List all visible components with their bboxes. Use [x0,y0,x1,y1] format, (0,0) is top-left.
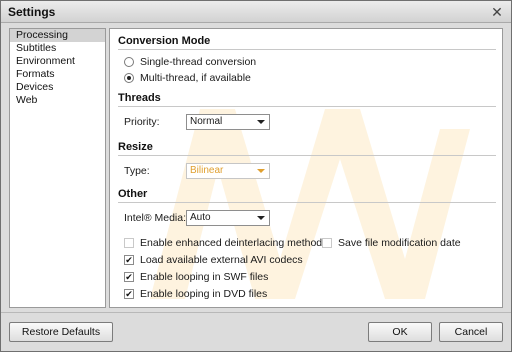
window-title: Settings [8,5,56,19]
save-date-option[interactable]: Save file modification date [322,237,461,249]
divider [118,49,496,50]
resize-type-label: Type: [124,165,150,177]
resize-type-value: Bilinear [190,165,224,176]
ok-button[interactable]: OK [368,322,432,342]
footer-divider [1,312,511,313]
title-bar: Settings ✕ [1,1,511,23]
avi-codecs-label: Load available external AVI codecs [140,254,303,266]
deinterlace-checkbox[interactable] [124,238,134,248]
multi-thread-option[interactable]: Multi-thread, if available [124,72,251,84]
divider [118,202,496,203]
deinterlace-option[interactable]: Enable enhanced deinterlacing method [124,237,322,249]
multi-thread-label: Multi-thread, if available [140,72,251,84]
chevron-down-icon [257,216,265,220]
avi-codecs-checkbox[interactable]: ✔ [124,255,134,265]
intel-media-value: Auto [190,212,211,223]
sidebar-item-environment[interactable]: Environment [10,55,105,68]
threads-title: Threads [118,92,161,104]
sidebar-item-devices[interactable]: Devices [10,81,105,94]
sidebar-item-subtitles[interactable]: Subtitles [10,42,105,55]
multi-thread-radio[interactable] [124,73,134,83]
resize-title: Resize [118,141,153,153]
sidebar-item-formats[interactable]: Formats [10,68,105,81]
deinterlace-label: Enable enhanced deinterlacing method [140,237,323,249]
intel-media-select[interactable]: Auto [186,210,270,226]
chevron-down-icon [257,120,265,124]
swf-looping-checkbox[interactable]: ✔ [124,272,134,282]
settings-panel: Conversion Mode Single-thread conversion… [109,28,503,308]
intel-media-label: Intel® Media: [124,212,187,224]
divider [118,155,496,156]
resize-type-select[interactable]: Bilinear [186,163,270,179]
priority-value: Normal [190,116,223,127]
avi-codecs-option[interactable]: ✔ Load available external AVI codecs [124,254,303,266]
close-icon[interactable]: ✕ [489,4,505,20]
save-date-checkbox[interactable] [322,238,332,248]
chevron-down-icon [257,169,265,173]
settings-window: Settings ✕ Processing Subtitles Environm… [0,0,512,352]
dialog-body: Processing Subtitles Environment Formats… [1,24,511,351]
category-list: Processing Subtitles Environment Formats… [9,28,106,308]
dvd-looping-label: Enable looping in DVD files [140,288,268,300]
save-date-label: Save file modification date [338,237,461,249]
priority-select[interactable]: Normal [186,114,270,130]
priority-label: Priority: [124,116,160,128]
swf-looping-label: Enable looping in SWF files [140,271,269,283]
divider [118,106,496,107]
swf-looping-option[interactable]: ✔ Enable looping in SWF files [124,271,268,283]
other-title: Other [118,188,148,200]
cancel-button[interactable]: Cancel [439,322,503,342]
dvd-looping-checkbox[interactable]: ✔ [124,289,134,299]
restore-defaults-button[interactable]: Restore Defaults [9,322,113,342]
sidebar-item-processing[interactable]: Processing [10,29,105,42]
sidebar-item-web[interactable]: Web [10,94,105,107]
conversion-mode-title: Conversion Mode [118,35,211,47]
single-thread-option[interactable]: Single-thread conversion [124,56,256,68]
single-thread-radio[interactable] [124,57,134,67]
dvd-looping-option[interactable]: ✔ Enable looping in DVD files [124,288,267,300]
single-thread-label: Single-thread conversion [140,56,257,68]
